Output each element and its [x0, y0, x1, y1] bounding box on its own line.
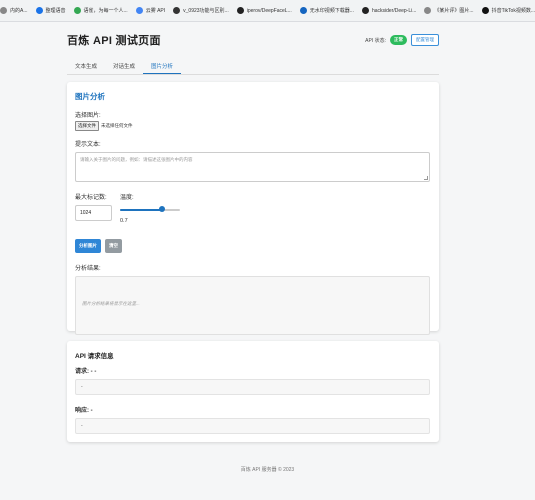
wave-icon [35, 7, 43, 14]
temperature-slider[interactable] [120, 206, 180, 213]
circle-icon [173, 7, 181, 14]
bookmark-item[interactable]: 内的A... [0, 7, 28, 14]
bookmark-item[interactable]: 云雾 API [135, 7, 166, 14]
prompt-textarea[interactable]: 请输入关于图片的问题，例如：请描述这张图片中的内容 [75, 152, 430, 182]
temperature-value: 0.7 [120, 218, 128, 224]
leaf-icon [73, 7, 81, 14]
result-placeholder: 图片分析结果将显示在这里... [82, 301, 140, 306]
status-badge: 正常 [390, 35, 407, 45]
tab-chat-generation[interactable]: 对话生成 [105, 61, 143, 74]
github-icon [236, 7, 244, 14]
download-icon [299, 7, 307, 14]
page-title: 百炼 API 测试页面 [67, 35, 161, 47]
slider-thumb[interactable] [159, 206, 165, 212]
bookmark-item[interactable]: 《某片评》图片... [424, 7, 474, 14]
bookmark-item[interactable]: v_0923功能与区别... [173, 7, 229, 14]
bookmark-label: 无水印视频下载器... [309, 8, 354, 14]
cloud-icon [135, 7, 143, 14]
config-manage-button[interactable]: 配置管理 [411, 34, 439, 46]
max-tokens-label: 最大标记数: [75, 195, 107, 201]
choose-file-button[interactable]: 选择文件 [75, 121, 99, 131]
temperature-label: 温度: [120, 195, 134, 201]
circle-icon [424, 7, 432, 14]
bookmark-label: 语雀，为每一个人... [83, 8, 128, 14]
tab-image-analysis[interactable]: 图片分析 [143, 61, 182, 74]
params-row: 最大标记数: 1024 温度: 0.7 [75, 192, 431, 224]
bookmarks-bar: 内的A... 整理语音 语雀，为每一个人... 云雾 API v_0923功能与区别..… [0, 0, 535, 22]
bookmark-label: 云雾 API [145, 8, 166, 14]
bookmark-item[interactable]: iperov/DeepFaceL... [236, 7, 292, 14]
action-buttons: 分析图片 清空 [75, 239, 431, 253]
bookmark-label: 内的A... [10, 8, 28, 14]
github-icon [361, 7, 369, 14]
bookmark-item[interactable]: 无水印视频下载器... [299, 7, 354, 14]
analyze-image-button[interactable]: 分析图片 [75, 239, 101, 253]
max-tokens-group: 最大标记数: 1024 [75, 192, 112, 224]
request-output: - [75, 379, 430, 395]
response-label: 响应: - [75, 408, 93, 414]
file-status-text: 未选择任何文件 [101, 123, 133, 128]
bookmark-label: 《某片评》图片... [434, 8, 474, 14]
resize-handle-icon[interactable] [424, 176, 428, 180]
image-analysis-title: 图片分析 [75, 92, 105, 101]
bookmark-item[interactable]: 整理语音 [35, 7, 66, 14]
footer: 百炼 API 服务器 © 2023 [240, 467, 295, 473]
api-status-label: API 状态: [365, 37, 386, 44]
clear-button[interactable]: 清空 [105, 239, 122, 253]
bookmark-label: hacksider/Deep-Li... [371, 7, 417, 14]
bookmark-label: iperov/DeepFaceL... [246, 7, 292, 14]
api-info-title: API 请求信息 [75, 353, 114, 360]
tab-text-generation[interactable]: 文本生成 [67, 61, 105, 74]
bookmark-item[interactable]: hacksider/Deep-Li... [361, 7, 417, 14]
image-analysis-card: 图片分析 选择图片: 选择文件 未选择任何文件 提示文本: 请输入关于图片的问题… [67, 82, 439, 335]
choose-image-label: 选择图片: [75, 113, 101, 119]
bookmark-label: 整理语音 [45, 8, 66, 14]
slider-fill [120, 209, 162, 211]
api-info-card: API 请求信息 请求: - - - 响应: - - [67, 341, 439, 442]
prompt-label: 提示文本: [75, 142, 101, 148]
header-status-area: API 状态: 正常 配置管理 [365, 34, 439, 46]
bookmark-item[interactable]: 抖音TikTok视频数... [481, 7, 535, 14]
page-container: 百炼 API 测试页面 API 状态: 正常 配置管理 文本生成 对话生成 图片… [67, 28, 439, 442]
tiktok-icon [481, 7, 489, 14]
result-label: 分析结果: [75, 266, 101, 272]
bookmark-item[interactable]: 语雀，为每一个人... [73, 7, 128, 14]
tab-bar: 文本生成 对话生成 图片分析 [67, 61, 439, 75]
temperature-group: 温度: 0.7 [120, 192, 180, 224]
bookmark-label: 抖音TikTok视频数... [491, 8, 535, 14]
page-header: 百炼 API 测试页面 API 状态: 正常 配置管理 [67, 30, 439, 50]
bookmark-label: v_0923功能与区别... [183, 8, 229, 14]
request-label: 请求: - - [75, 369, 97, 375]
result-output: 图片分析结果将显示在这里... [75, 276, 430, 335]
max-tokens-input[interactable]: 1024 [75, 205, 112, 221]
file-input: 选择文件 未选择任何文件 [75, 121, 431, 131]
prompt-placeholder: 请输入关于图片的问题，例如：请描述这张图片中的内容 [80, 157, 193, 162]
response-output: - [75, 418, 430, 434]
globe-icon [0, 7, 7, 14]
